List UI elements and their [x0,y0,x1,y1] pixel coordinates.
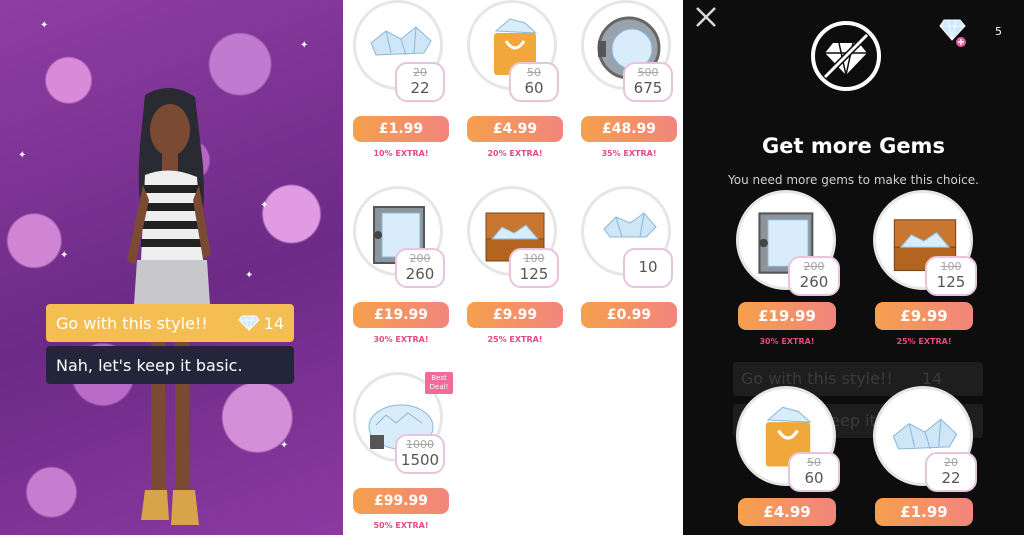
gem-count-box: 50 60 [788,452,840,492]
new-count: 260 [405,265,435,283]
new-count: 125 [936,273,966,291]
extra-label: 35% EXTRA! [601,149,657,158]
gem-count-box: 20 22 [925,452,977,492]
price-button[interactable]: £1.99 [353,116,449,142]
new-count: 1500 [400,451,440,469]
story-scene: ✦ ✦ ✦ ✦ ✦ ✦ ✦ Go with this style!! 14 Na… [0,0,343,535]
gem-pile-icon [370,26,432,56]
price-button[interactable]: £99.99 [353,488,449,514]
gem-store: 20 22 £1.99 10% EXTRA! 50 60 £4.99 20% E… [343,0,683,535]
extra-label: 30% EXTRA! [373,335,429,344]
gem-count-box: 50 60 [509,62,559,102]
choice-keep-basic[interactable]: Nah, let's keep it basic. [46,346,294,384]
choice-cost: 14 [263,313,284,333]
sparkle-icon: ✦ [260,200,269,211]
new-count: 10 [638,258,658,276]
extra-label: 30% EXTRA! [759,337,815,346]
gem-count-box: 500 675 [623,62,673,102]
gem-count-box: 20 22 [395,62,445,102]
extra-label: 50% EXTRA! [373,521,429,530]
get-more-gems-modal: Go with this style!! 14 Nah, let's keep … [683,0,1024,535]
best-deal-badge: Best Deal! [425,372,453,394]
gem-count-box: 100 125 [925,256,977,296]
gem-pile-icon [603,212,657,238]
price-button[interactable]: £0.99 [581,302,677,328]
gem-balance-icon[interactable] [939,18,967,48]
price-button[interactable]: £19.99 [738,302,836,330]
price-button[interactable]: £9.99 [467,302,563,328]
sparkle-icon: ✦ [300,40,309,51]
choice-label: Nah, let's keep it basic. [56,355,243,375]
new-count: 125 [519,265,549,283]
sparkle-icon: ✦ [245,270,254,281]
modal-title: Get more Gems [762,134,945,158]
new-count: 260 [799,273,829,291]
gem-count-box: 100 125 [509,248,559,288]
price-button[interactable]: £9.99 [875,302,973,330]
price-button[interactable]: £1.99 [875,498,973,526]
new-count: 22 [410,79,430,97]
close-icon[interactable] [695,6,717,28]
gem-count-box: 200 260 [788,256,840,296]
gem-count-box: 10 [623,248,673,288]
extra-label: 25% EXTRA! [487,335,543,344]
gem-balance: 5 [995,25,1002,38]
background-choice-label: Go with this style!! [741,369,893,388]
sparkle-icon: ✦ [40,20,49,31]
choice-go-with-style[interactable]: Go with this style!! 14 [46,304,294,342]
gem-count-box: 200 260 [395,248,445,288]
choice-label: Go with this style!! [56,313,208,333]
new-count: 60 [524,79,544,97]
gem-count-box: 1000 1500 [395,434,445,474]
price-button[interactable]: £4.99 [738,498,836,526]
price-button[interactable]: £19.99 [353,302,449,328]
sparkle-icon: ✦ [280,440,289,451]
gem-icon [237,315,260,331]
sparkle-icon: ✦ [18,150,27,161]
extra-label: 25% EXTRA! [896,337,952,346]
extra-label: 20% EXTRA! [487,149,543,158]
modal-subtitle: You need more gems to make this choice. [728,173,979,187]
sparkle-icon: ✦ [60,250,69,261]
price-button[interactable]: £4.99 [467,116,563,142]
new-count: 675 [633,79,663,97]
new-count: 22 [941,469,961,487]
price-button[interactable]: £48.99 [581,116,677,142]
new-count: 60 [804,469,824,487]
no-gems-icon [811,21,881,91]
extra-label: 10% EXTRA! [373,149,429,158]
